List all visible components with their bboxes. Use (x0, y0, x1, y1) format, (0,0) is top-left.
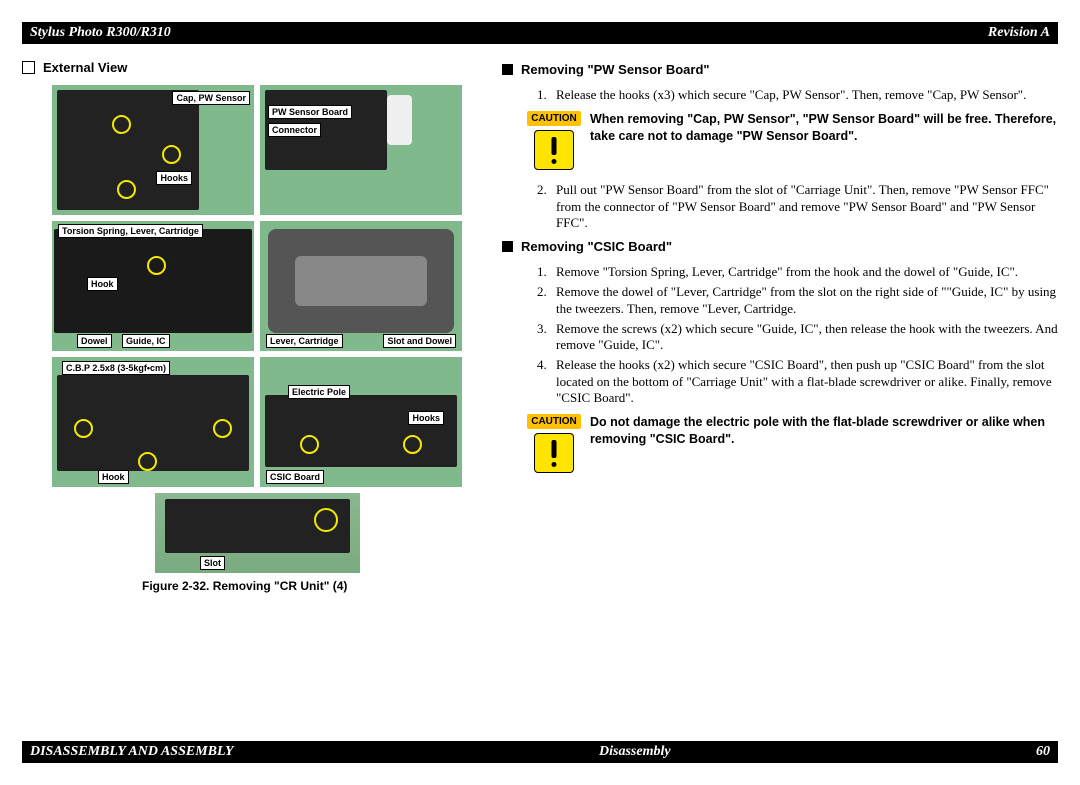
figure-photo-4: Lever, Cartridge Slot and Dowel (260, 221, 462, 351)
figure-photo-6: Electric Pole Hooks CSIC Board (260, 357, 462, 487)
csic-step-3: Remove the screws (x2) which secure "Gui… (550, 321, 1058, 354)
label-hook-5: Hook (98, 470, 129, 484)
footer-bar: DISASSEMBLY AND ASSEMBLY Disassembly 60 (22, 741, 1058, 763)
label-electric-pole: Electric Pole (288, 385, 350, 399)
label-connector: Connector (268, 123, 321, 137)
footer-center: Disassembly (599, 744, 671, 760)
label-cap-pw-sensor: Cap, PW Sensor (172, 91, 250, 105)
figure-photo-3: Torsion Spring, Lever, Cartridge Hook Do… (52, 221, 254, 351)
figure-caption: Figure 2-32. Removing "CR Unit" (4) (142, 579, 482, 593)
caution-text-2: Do not damage the electric pole with the… (590, 414, 1058, 448)
external-view-heading: External View (22, 60, 482, 75)
caution-block-2: CAUTION Do not damage the electric pole … (532, 414, 1058, 473)
csic-step-4: Release the hooks (x2) which secure "CSI… (550, 357, 1058, 406)
checkbox-icon (22, 61, 35, 74)
label-torsion-spring: Torsion Spring, Lever, Cartridge (58, 224, 203, 238)
label-lever-cartridge: Lever, Cartridge (266, 334, 343, 348)
label-slot-dowel: Slot and Dowel (383, 334, 456, 348)
figure-photo-2: PW Sensor Board Connector (260, 85, 462, 215)
figure-photo-1: Cap, PW Sensor Hooks (52, 85, 254, 215)
label-hooks: Hooks (156, 171, 192, 185)
square-bullet-icon (502, 241, 513, 252)
external-view-title: External View (43, 60, 127, 75)
figure-photo-5: C.B.P 2.5x8 (3-5kgf•cm) Hook (52, 357, 254, 487)
caution-badge: CAUTION (527, 111, 581, 126)
label-dowel: Dowel (77, 334, 112, 348)
removing-csic-heading: Removing "CSIC Board" (502, 239, 1058, 254)
caution-text-1: When removing "Cap, PW Sensor", "PW Sens… (590, 111, 1058, 145)
pw-step-2: Pull out "PW Sensor Board" from the slot… (550, 182, 1058, 231)
label-csic-board: CSIC Board (266, 470, 324, 484)
caution-block-1: CAUTION When removing "Cap, PW Sensor", … (532, 111, 1058, 170)
caution-icon (534, 130, 574, 170)
pw-step-1: Release the hooks (x3) which secure "Cap… (550, 87, 1058, 103)
label-cbp: C.B.P 2.5x8 (3-5kgf•cm) (62, 361, 170, 375)
header-bar: Stylus Photo R300/R310 Revision A (22, 22, 1058, 44)
removing-pw-title: Removing "PW Sensor Board" (521, 62, 710, 77)
csic-step-2: Remove the dowel of "Lever, Cartridge" f… (550, 284, 1058, 317)
label-hooks-6: Hooks (408, 411, 444, 425)
header-right: Revision A (988, 25, 1050, 41)
caution-badge: CAUTION (527, 414, 581, 429)
figure-photo-7: Slot (155, 493, 360, 573)
caution-icon (534, 433, 574, 473)
footer-right: 60 (1036, 744, 1050, 760)
removing-csic-title: Removing "CSIC Board" (521, 239, 672, 254)
label-pw-sensor-board: PW Sensor Board (268, 105, 352, 119)
label-guide-ic: Guide, IC (122, 334, 170, 348)
label-slot: Slot (200, 556, 225, 570)
square-bullet-icon (502, 64, 513, 75)
footer-left: DISASSEMBLY AND ASSEMBLY (30, 744, 234, 760)
removing-pw-heading: Removing "PW Sensor Board" (502, 62, 1058, 77)
csic-step-1: Remove "Torsion Spring, Lever, Cartridge… (550, 264, 1058, 280)
label-hook-3: Hook (87, 277, 118, 291)
header-left: Stylus Photo R300/R310 (30, 25, 171, 41)
